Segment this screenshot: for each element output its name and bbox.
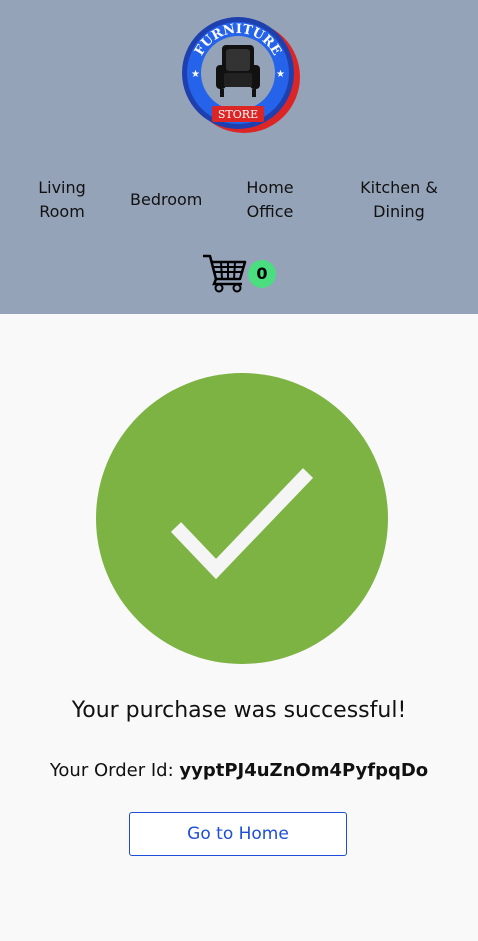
cart-count-badge: 0 <box>248 260 276 288</box>
nav-bedroom-label: Bedroom <box>130 190 203 209</box>
nav-home-office-line2: Office <box>246 202 294 221</box>
success-message: Your purchase was successful! <box>71 698 407 723</box>
nav-kitchen-dining-line2: Dining <box>373 202 425 221</box>
checkmark-circle-icon <box>96 373 388 664</box>
go-to-home-button[interactable]: Go to Home <box>129 812 347 856</box>
armchair-logo-icon: FURNITURE STORE ★ ★ <box>182 17 300 133</box>
site-header: FURNITURE STORE ★ ★ Living Room Bedroom … <box>0 0 478 314</box>
nav-living-room[interactable]: Living Room <box>38 176 86 224</box>
order-id-value: yyptPJ4uZnOm4PyfpqDo <box>179 760 429 781</box>
order-id-line: Your Order Id: yyptPJ4uZnOm4PyfpqDo <box>0 760 478 781</box>
nav-living-room-line2: Room <box>39 202 85 221</box>
cart-button[interactable] <box>202 253 248 293</box>
shopping-cart-icon <box>203 254 247 293</box>
svg-text:★: ★ <box>276 69 285 80</box>
logo-bottom-text: STORE <box>218 108 258 121</box>
nav-kitchen-dining-line1: Kitchen & <box>360 178 438 197</box>
nav-kitchen-dining[interactable]: Kitchen & Dining <box>359 176 439 224</box>
nav-home-office[interactable]: Home Office <box>243 176 297 224</box>
store-logo[interactable]: FURNITURE STORE ★ ★ <box>180 13 302 135</box>
nav-home-office-line1: Home <box>246 178 294 197</box>
nav-living-room-line1: Living <box>38 178 86 197</box>
nav-bedroom[interactable]: Bedroom <box>130 188 202 212</box>
order-id-label: Your Order Id: <box>49 760 180 781</box>
svg-text:★: ★ <box>191 69 200 80</box>
